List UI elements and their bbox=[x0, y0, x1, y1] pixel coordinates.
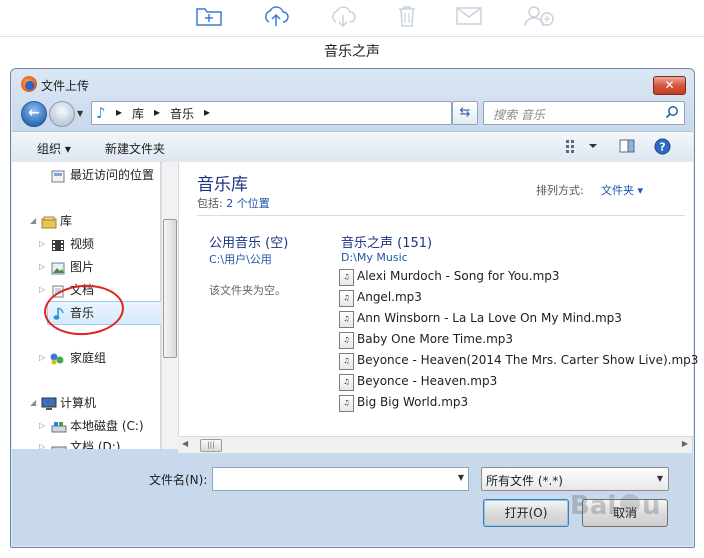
breadcrumb-separator[interactable]: ▸ bbox=[154, 105, 160, 119]
horizontal-scrollbar[interactable]: ◀ ||| ▶ bbox=[178, 436, 692, 453]
music-note-icon: ♪ bbox=[96, 104, 106, 122]
forward-button[interactable]: → bbox=[49, 101, 75, 127]
nav-item-homegroup[interactable]: ▷ 家庭组 bbox=[12, 347, 159, 369]
nav-scrollbar-thumb[interactable] bbox=[163, 219, 177, 358]
divider bbox=[197, 215, 685, 216]
sort-dropdown[interactable]: 文件夹 ▾ bbox=[601, 182, 643, 198]
video-icon bbox=[51, 237, 65, 251]
breadcrumb-music[interactable]: 音乐 bbox=[170, 105, 194, 122]
expand-arrow-icon[interactable]: ▷ bbox=[39, 279, 45, 301]
breadcrumb-separator[interactable]: ▸ bbox=[116, 105, 122, 119]
mail-icon[interactable] bbox=[453, 2, 485, 30]
nav-item-computer[interactable]: ◢ 计算机 bbox=[12, 392, 159, 414]
locations-link[interactable]: 2 个位置 bbox=[226, 197, 270, 210]
new-folder-icon[interactable] bbox=[193, 2, 225, 30]
upload-icon[interactable] bbox=[260, 2, 292, 30]
search-input[interactable]: 搜索 音乐 bbox=[483, 101, 685, 125]
breadcrumb-library[interactable]: 库 bbox=[132, 105, 144, 122]
svg-text:Bai: Bai bbox=[570, 491, 616, 521]
expand-arrow-icon[interactable]: ▷ bbox=[39, 415, 45, 437]
expand-arrow-icon[interactable]: ▷ bbox=[39, 256, 45, 278]
recent-pages-dropdown[interactable]: ▼ bbox=[77, 109, 83, 118]
public-music-header[interactable]: 公用音乐 (空) bbox=[209, 232, 288, 251]
back-button[interactable]: ← bbox=[21, 101, 47, 127]
audio-file-icon: ♫ bbox=[339, 374, 354, 391]
recent-places-icon bbox=[51, 168, 65, 183]
nav-item-local-disk[interactable]: ▷ 本地磁盘 (C:) bbox=[12, 415, 159, 437]
expand-arrow-icon[interactable]: ▷ bbox=[39, 233, 45, 255]
audio-file-icon: ♫ bbox=[339, 332, 354, 349]
new-folder-button[interactable]: 新建文件夹 bbox=[105, 140, 165, 157]
nav-item-recent[interactable]: 最近访问的位置 bbox=[12, 164, 159, 186]
collapse-arrow-icon[interactable]: ◢ bbox=[30, 210, 36, 232]
scroll-right-arrow-icon[interactable]: ▶ bbox=[682, 439, 688, 448]
delete-icon[interactable] bbox=[391, 2, 423, 30]
watermark-logo: Bai u bbox=[570, 478, 670, 534]
add-user-icon[interactable] bbox=[523, 2, 555, 30]
audio-file-icon: ♫ bbox=[339, 269, 354, 286]
nav-item-pictures[interactable]: ▷ 图片 bbox=[12, 256, 159, 278]
search-placeholder: 搜索 音乐 bbox=[493, 108, 545, 122]
dialog-title: 文件上传 bbox=[41, 79, 90, 93]
collapse-arrow-icon[interactable]: ◢ bbox=[30, 392, 36, 414]
nav-item-video[interactable]: ▷ 视频 bbox=[12, 233, 159, 255]
close-button[interactable]: ✕ bbox=[653, 76, 686, 95]
audio-file-icon: ♫ bbox=[339, 290, 354, 307]
library-icon bbox=[41, 214, 57, 229]
sort-label: 排列方式: bbox=[536, 184, 584, 197]
search-icon bbox=[665, 106, 678, 119]
computer-icon bbox=[41, 396, 57, 410]
library-includes: 包括: 2 个位置 bbox=[197, 195, 270, 211]
open-button[interactable]: 打开(O) bbox=[483, 499, 569, 527]
my-music-path[interactable]: D:\My Music bbox=[341, 251, 408, 264]
nav-item-doc-drive[interactable]: ▷ 文档 (D:) bbox=[12, 436, 159, 449]
svg-text:u: u bbox=[642, 491, 661, 521]
audio-file-icon: ♫ bbox=[339, 311, 354, 328]
help-icon[interactable]: ? bbox=[654, 138, 671, 158]
firefox-icon bbox=[21, 76, 37, 92]
content-pane: 音乐库 包括: 2 个位置 排列方式: 文件夹 ▾ 公用音乐 (空) C:\用户… bbox=[178, 162, 698, 436]
empty-folder-note: 该文件夹为空。 bbox=[209, 284, 286, 297]
pictures-icon bbox=[51, 260, 65, 275]
view-options-icon[interactable] bbox=[565, 138, 601, 157]
nav-item-library[interactable]: ◢ 库 bbox=[12, 210, 159, 232]
organize-button[interactable]: 组织 ▾ bbox=[37, 140, 71, 157]
scroll-left-arrow-icon[interactable]: ◀ bbox=[182, 439, 188, 448]
download-icon[interactable] bbox=[327, 2, 359, 30]
public-music-path[interactable]: C:\用户\公用 bbox=[209, 251, 272, 267]
preview-pane-icon[interactable] bbox=[619, 139, 635, 156]
refresh-button[interactable]: ⇆ bbox=[452, 101, 478, 125]
command-bar: 组织 ▾ 新建文件夹 ? bbox=[12, 131, 693, 163]
page-title: 音乐之声 bbox=[324, 44, 380, 60]
expand-arrow-icon[interactable]: ▷ bbox=[39, 436, 45, 449]
filename-label: 文件名(N): bbox=[149, 473, 208, 487]
chevron-down-icon[interactable]: ▼ bbox=[458, 473, 464, 482]
my-music-header[interactable]: 音乐之声 (151) bbox=[341, 232, 432, 251]
audio-file-icon: ♫ bbox=[339, 395, 354, 412]
breadcrumb-separator[interactable]: ▸ bbox=[204, 105, 210, 119]
filetype-value: 所有文件 (*.*) bbox=[486, 474, 563, 488]
address-bar[interactable]: ♪ ▸ 库 ▸ 音乐 ▸ bbox=[91, 101, 452, 125]
disk-drive-icon bbox=[51, 440, 67, 449]
includes-label: 包括: bbox=[197, 197, 223, 210]
horizontal-scrollbar-thumb[interactable]: ||| bbox=[200, 439, 222, 452]
library-title: 音乐库 bbox=[197, 175, 248, 195]
expand-arrow-icon[interactable]: ▷ bbox=[39, 347, 45, 369]
filename-input[interactable]: ▼ bbox=[212, 467, 469, 491]
svg-text:?: ? bbox=[659, 141, 665, 154]
audio-file-icon: ♫ bbox=[339, 353, 354, 370]
web-toolbar bbox=[0, 0, 704, 37]
homegroup-icon bbox=[49, 351, 64, 365]
disk-drive-icon bbox=[51, 419, 67, 433]
